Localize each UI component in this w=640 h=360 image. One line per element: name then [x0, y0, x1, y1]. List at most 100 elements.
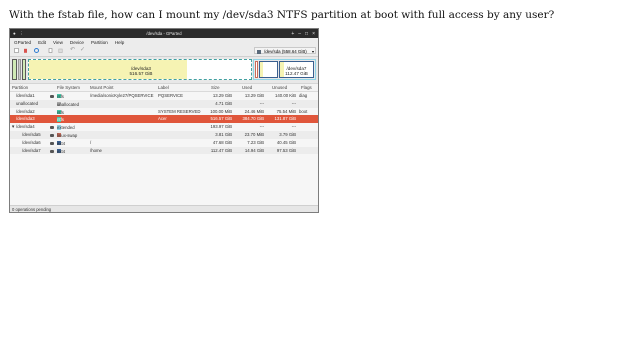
- size-cell: 3.81 GiB: [215, 131, 232, 137]
- expander-icon[interactable]: ▼: [11, 124, 15, 129]
- device-selector-label: /dev/sda (558.64 GiB): [264, 49, 307, 54]
- table-row[interactable]: unallocated unallocated 4.71 GiB --- ---: [10, 99, 318, 108]
- unused-cell: 3.79 GiB: [279, 131, 296, 137]
- col-partition[interactable]: Partition: [12, 85, 28, 90]
- table-row[interactable]: /dev/sda6 ext4 / 47.68 GiB 7.23 GiB 40.45 GiB: [10, 139, 318, 147]
- new-icon[interactable]: [14, 48, 19, 53]
- chevron-down-icon: ▾: [311, 49, 314, 54]
- filesystem-name: unallocated: [57, 101, 79, 107]
- toolbar: ↶ ✓ /dev/sda (558.64 GiB) ▾: [10, 46, 318, 57]
- partition-table-header: Partition File System Mount Point Label …: [10, 84, 318, 92]
- partition-map: /dev/sda3 516.57 GiB /dev/sda7 112.47 Gi…: [10, 57, 318, 84]
- partition-block-sda7[interactable]: /dev/sda7 112.47 GiB: [279, 61, 314, 78]
- size-cell: 13.29 GiB: [212, 93, 232, 98]
- col-used[interactable]: Used: [242, 85, 252, 90]
- sda3-block-size: 516.57 GiB: [129, 71, 153, 77]
- table-row[interactable]: ▼/dev/sda4 extended 193.97 GiB --- ---: [10, 123, 318, 131]
- menu-view[interactable]: View: [53, 40, 63, 45]
- size-cell: 47.68 GiB: [212, 139, 232, 145]
- used-cell: 24.46 MiB: [244, 108, 264, 114]
- partition-name: /dev/sda5: [22, 131, 41, 137]
- question-text: With the fstab file, how can I mount my …: [9, 9, 555, 21]
- partition-name: /dev/sda3: [16, 116, 35, 122]
- menu-device[interactable]: Device: [70, 40, 84, 45]
- table-row[interactable]: /dev/sda7 ext4/home 112.47 GiB 14.94 GiB 97.…: [10, 146, 318, 155]
- used-cell: 384.70 GiB: [242, 116, 265, 122]
- used-cell: ---: [259, 124, 264, 130]
- partition-block-sda4-extended[interactable]: /dev/sda7 112.47 GiB: [253, 59, 316, 80]
- partition-block-unallocated[interactable]: [18, 59, 21, 80]
- close-icon[interactable]: ×: [312, 31, 315, 37]
- device-selector[interactable]: /dev/sda (558.64 GiB) ▾: [254, 47, 316, 54]
- filesystem-name: ntfs: [57, 117, 64, 123]
- table-row[interactable]: /dev/sda1 ntfs/media/sonicKyle27/PQSERVIC…: [10, 92, 318, 100]
- col-flags[interactable]: Flags: [301, 85, 312, 90]
- flags-cell: diag: [299, 93, 308, 98]
- partition-table: /dev/sda1 ntfs/media/sonicKyle27/PQSERVIC…: [10, 92, 318, 155]
- filesystem-name: ext4: [57, 140, 66, 146]
- size-cell: 193.97 GiB: [210, 124, 233, 130]
- partition-block-sda1[interactable]: [12, 59, 17, 80]
- apply-icon[interactable]: ✓: [80, 47, 85, 53]
- menu-gparted[interactable]: GParted: [14, 40, 31, 45]
- table-row[interactable]: /dev/sda5 linux-swap 3.81 GiB 23.70 MiB 3.79…: [10, 130, 318, 139]
- resize-icon[interactable]: [34, 48, 39, 53]
- filesystem-name: ntfs: [57, 94, 64, 99]
- table-row[interactable]: /dev/sda3 ntfs Acer 516.57 GiB 384.70 GiB 131…: [10, 115, 318, 124]
- col-size[interactable]: Size: [211, 85, 220, 90]
- filesystem-name: ext4: [57, 148, 66, 154]
- mount-point: /media/sonicKyle27/PQSERVICE: [90, 93, 154, 98]
- delete-icon[interactable]: [23, 48, 28, 53]
- size-cell: 112.47 GiB: [210, 147, 232, 153]
- table-row[interactable]: /dev/sda2 ntfs SYSTEM RESERVED 100.00 MiB 24…: [10, 108, 318, 116]
- partition-block-sda3[interactable]: /dev/sda3 516.57 GiB: [28, 59, 252, 80]
- unused-cell: 75.54 MiB: [276, 108, 296, 114]
- mount-point: /home: [90, 147, 102, 153]
- undo-icon[interactable]: ↶: [70, 47, 75, 53]
- pin-icon[interactable]: +: [291, 31, 294, 37]
- partition-name: /dev/sda6: [22, 139, 41, 145]
- menu-partition[interactable]: Partition: [91, 40, 108, 45]
- partition-block-sda2[interactable]: [22, 59, 26, 80]
- col-file-system[interactable]: File System: [57, 85, 80, 90]
- flags-cell: boot: [299, 108, 308, 114]
- col-unused[interactable]: Unused: [272, 85, 287, 90]
- menu-bar: GParted Edit View Device Partition Help: [10, 38, 318, 46]
- partition-name: /dev/sda4: [16, 124, 35, 130]
- used-cell: 7.23 GiB: [247, 139, 264, 145]
- mount-point: /: [90, 139, 92, 145]
- used-cell: 14.94 GiB: [244, 147, 264, 153]
- window-controls: + – □ ×: [291, 31, 315, 37]
- unused-cell: 97.53 GiB: [276, 147, 296, 153]
- unused-cell: 40.45 GiB: [276, 139, 296, 145]
- partition-label: Acer: [158, 116, 167, 122]
- col-mount-point[interactable]: Mount Point: [90, 85, 113, 90]
- title-bar: ● ⋮ /dev/sda - GParted + – □ ×: [10, 29, 318, 38]
- partition-name: /dev/sda7: [22, 147, 41, 153]
- partition-block-sda5[interactable]: [255, 61, 258, 78]
- partition-block-sda6[interactable]: [259, 61, 278, 78]
- used-cell: 23.70 MiB: [244, 131, 264, 137]
- used-cell: 13.29 GiB: [244, 93, 264, 98]
- sda7-block-name: /dev/sda7: [286, 66, 307, 71]
- copy-icon[interactable]: [48, 48, 53, 53]
- minimize-icon[interactable]: –: [298, 31, 301, 37]
- unused-cell: ---: [291, 100, 296, 106]
- partition-label: PQSERVICE: [158, 93, 183, 98]
- maximize-icon[interactable]: □: [305, 31, 308, 37]
- menu-help[interactable]: Help: [115, 40, 124, 45]
- partition-name: /dev/sda2: [16, 108, 35, 114]
- size-cell: 516.57 GiB: [210, 116, 233, 122]
- sda3-block-name: /dev/sda3: [131, 66, 151, 71]
- unused-cell: 140.00 KiB: [274, 93, 296, 98]
- unused-cell: 131.87 GiB: [274, 116, 297, 122]
- paste-icon[interactable]: [58, 48, 63, 53]
- used-cell: ---: [259, 100, 264, 106]
- partition-label: SYSTEM RESERVED: [158, 108, 201, 114]
- filesystem-name: ntfs: [57, 109, 64, 115]
- status-bar: 0 operations pending: [10, 205, 318, 212]
- partition-name: unallocated: [16, 100, 38, 106]
- col-label[interactable]: Label: [158, 85, 169, 90]
- menu-edit[interactable]: Edit: [38, 40, 46, 45]
- window-title: /dev/sda - GParted: [146, 31, 182, 37]
